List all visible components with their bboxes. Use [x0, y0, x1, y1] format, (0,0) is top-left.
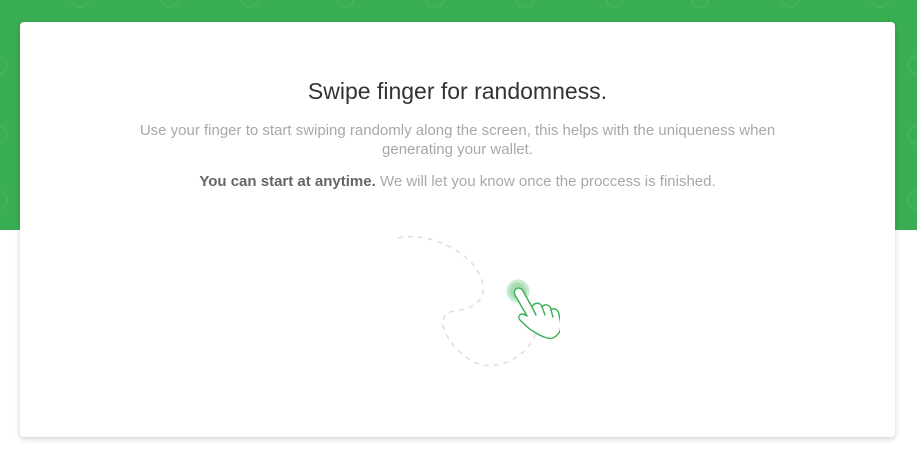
swipe-hand-icon: [397, 236, 562, 367]
card-note: You can start at anytime. We will let yo…: [20, 173, 895, 190]
hand-outline: [513, 287, 562, 340]
randomness-card: Swipe finger for randomness. Use your fi…: [20, 22, 895, 437]
card-title: Swipe finger for randomness.: [307, 78, 608, 104]
card-description: Use your finger to start swiping randoml…: [139, 122, 776, 158]
swipe-area[interactable]: [390, 227, 562, 372]
card-note-bold: You can start at anytime.: [199, 173, 376, 190]
card-note-rest: We will let you know once the proccess i…: [375, 173, 716, 190]
